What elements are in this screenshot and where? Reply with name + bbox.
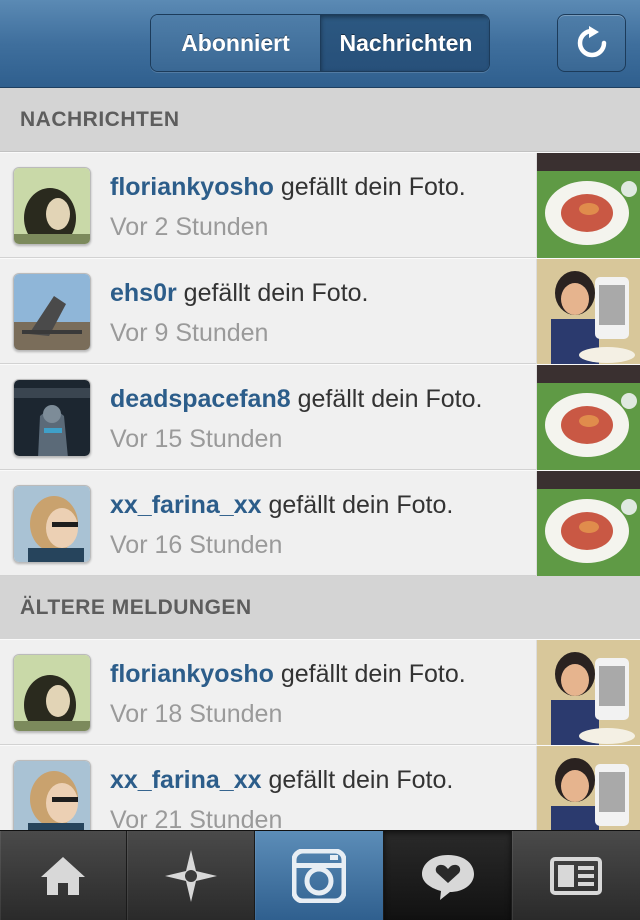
section-header-older: ÄLTERE MELDUNGEN	[0, 576, 640, 640]
news-text: xx_farina_xx gefällt dein Foto. Vor 21 S…	[110, 760, 520, 840]
camera-icon	[292, 849, 346, 903]
username-link[interactable]: xx_farina_xx	[110, 766, 262, 794]
news-row[interactable]: ehs0r gefällt dein Foto. Vor 9 Stunden	[0, 258, 640, 364]
timestamp: Vor 9 Stunden	[110, 319, 269, 347]
profile-icon	[550, 857, 602, 895]
explore-icon	[164, 850, 217, 902]
refresh-icon	[577, 26, 606, 58]
liked-photo-thumbnail[interactable]	[536, 471, 640, 576]
action-text: gefällt dein Foto.	[273, 173, 466, 201]
news-text: deadspacefan8 gefällt dein Foto. Vor 15 …	[110, 379, 520, 459]
username-link[interactable]: floriankyosho	[110, 660, 274, 688]
news-row[interactable]: floriankyosho gefällt dein Foto. Vor 2 S…	[0, 152, 640, 258]
username-link[interactable]: ehs0r	[110, 279, 177, 307]
action-text: gefällt dein Foto.	[273, 660, 466, 688]
timestamp: Vor 16 Stunden	[110, 531, 283, 559]
action-text: gefällt dein Foto.	[261, 491, 454, 519]
news-text: floriankyosho gefällt dein Foto. Vor 2 S…	[110, 167, 520, 247]
username-link[interactable]: deadspacefan8	[110, 385, 291, 413]
avatar[interactable]	[13, 379, 91, 457]
timestamp: Vor 2 Stunden	[110, 213, 269, 241]
news-row[interactable]: xx_farina_xx gefällt dein Foto. Vor 16 S…	[0, 470, 640, 576]
news-text: floriankyosho gefällt dein Foto. Vor 18 …	[110, 654, 520, 734]
liked-photo-thumbnail[interactable]	[536, 259, 640, 364]
news-row[interactable]: deadspacefan8 gefällt dein Foto. Vor 15 …	[0, 364, 640, 470]
news-text: ehs0r gefällt dein Foto. Vor 9 Stunden	[110, 273, 520, 353]
username-link[interactable]: floriankyosho	[110, 173, 274, 201]
action-text: gefällt dein Foto.	[290, 385, 483, 413]
liked-photo-thumbnail[interactable]	[536, 640, 640, 745]
avatar[interactable]	[13, 273, 91, 351]
home-icon	[41, 857, 85, 895]
bottom-tab-bar	[0, 830, 640, 920]
tab-news-activity[interactable]	[384, 831, 512, 920]
tab-explore[interactable]	[127, 831, 255, 920]
action-text: gefällt dein Foto.	[261, 766, 454, 794]
news-heart-icon	[421, 855, 474, 900]
avatar[interactable]	[13, 654, 91, 732]
tab-profile[interactable]	[512, 831, 640, 920]
timestamp: Vor 15 Stunden	[110, 425, 283, 453]
section-header-news: NACHRICHTEN	[0, 88, 640, 152]
avatar[interactable]	[13, 485, 91, 563]
refresh-button[interactable]	[557, 14, 626, 72]
liked-photo-thumbnail[interactable]	[536, 153, 640, 258]
top-navigation-bar: Abonniert Nachrichten	[0, 0, 640, 88]
tab-following[interactable]: Abonniert	[151, 15, 321, 71]
tab-home[interactable]	[0, 831, 127, 920]
feed-segmented-control: Abonniert Nachrichten	[150, 14, 490, 72]
action-text: gefällt dein Foto.	[176, 279, 369, 307]
news-row[interactable]: floriankyosho gefällt dein Foto. Vor 18 …	[0, 639, 640, 745]
tab-camera[interactable]	[255, 831, 384, 920]
tab-news[interactable]: Nachrichten	[321, 15, 489, 71]
avatar[interactable]	[13, 167, 91, 245]
username-link[interactable]: xx_farina_xx	[110, 491, 262, 519]
avatar[interactable]	[13, 760, 91, 838]
liked-photo-thumbnail[interactable]	[536, 365, 640, 470]
news-text: xx_farina_xx gefällt dein Foto. Vor 16 S…	[110, 485, 520, 565]
timestamp: Vor 18 Stunden	[110, 700, 283, 728]
